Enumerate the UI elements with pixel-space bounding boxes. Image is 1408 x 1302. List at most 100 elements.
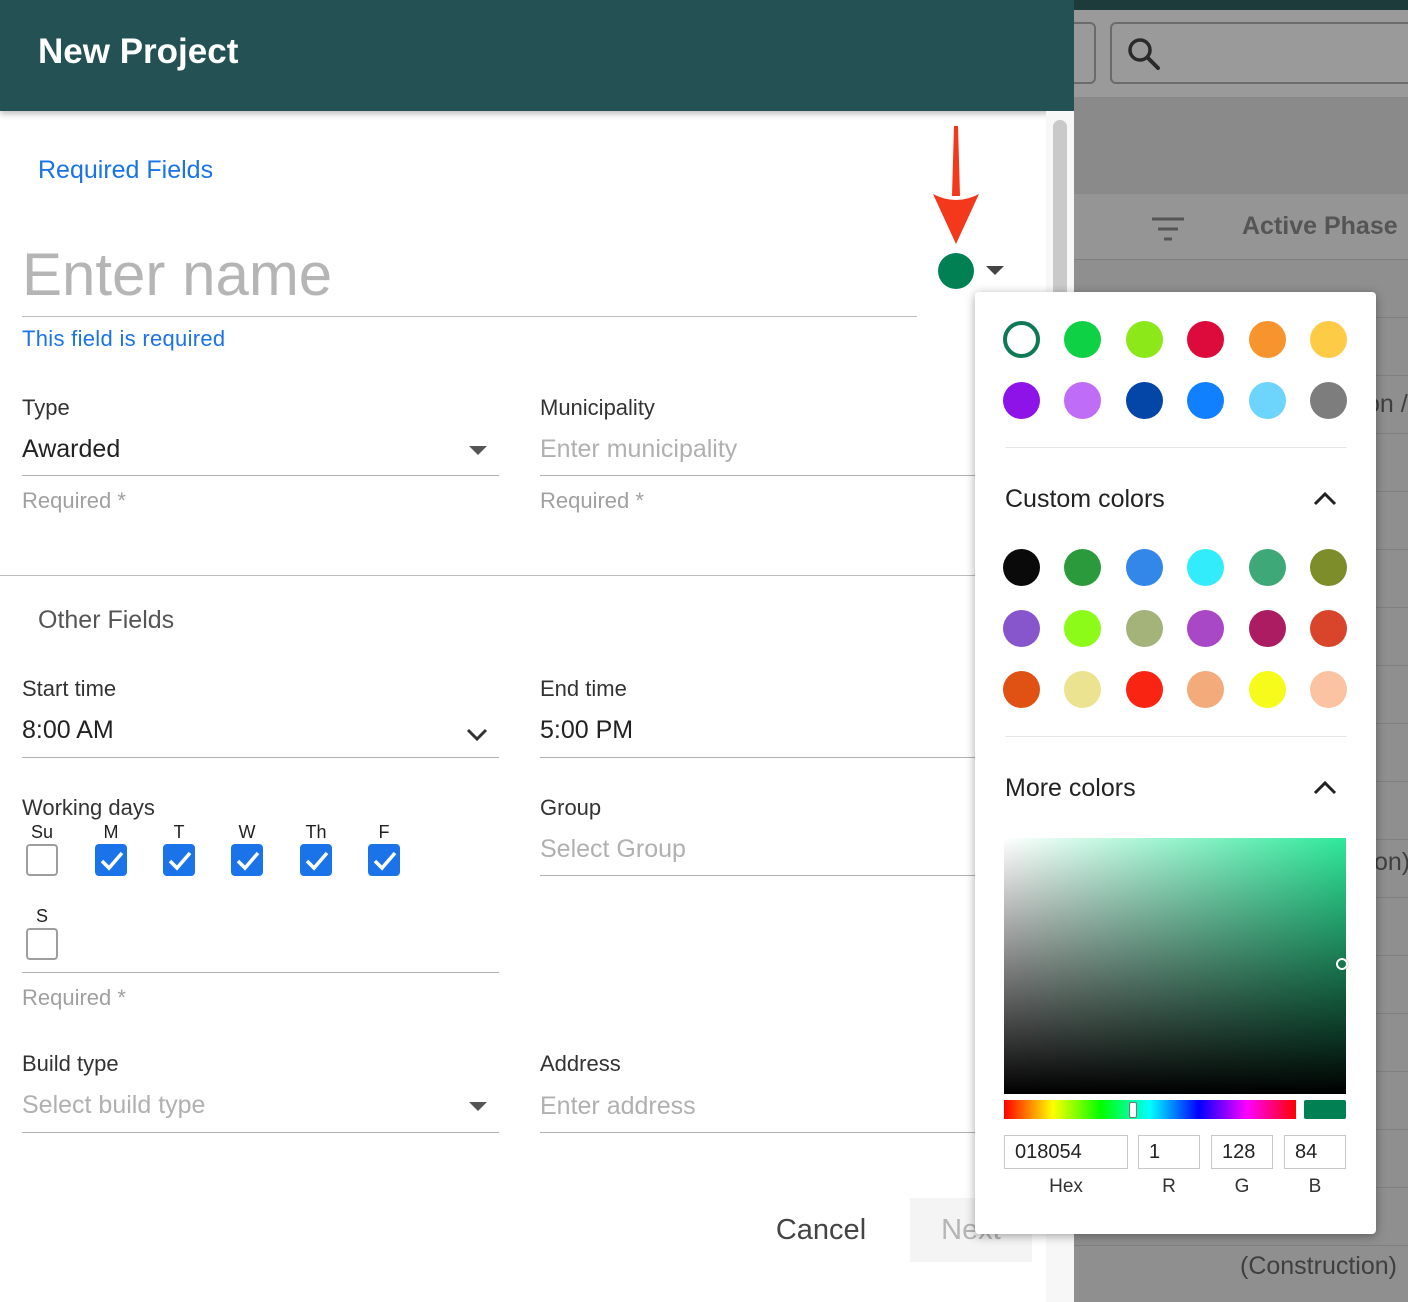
- background-search-box: [1110, 22, 1408, 84]
- municipality-underline: [540, 475, 976, 476]
- checkmark-icon: [168, 851, 192, 871]
- caret-down-icon[interactable]: [469, 446, 487, 455]
- build-type-select[interactable]: Select build type: [22, 1091, 205, 1120]
- color-swatch[interactable]: [1064, 610, 1102, 647]
- color-swatch[interactable]: [1064, 321, 1102, 358]
- working-day-friday[interactable]: F: [367, 822, 401, 876]
- group-select[interactable]: Select Group: [540, 835, 686, 864]
- start-time-underline: [22, 757, 499, 758]
- column-title-active-phase: Active Phase: [1242, 212, 1398, 240]
- color-swatch[interactable]: [1003, 671, 1040, 708]
- project-color-button[interactable]: [938, 253, 974, 289]
- chevron-up-icon[interactable]: [1313, 490, 1337, 506]
- scrollbar-thumb[interactable]: [1053, 120, 1067, 320]
- picker-divider: [1005, 736, 1347, 737]
- type-select[interactable]: Awarded: [22, 435, 120, 464]
- address-label: Address: [540, 1051, 621, 1076]
- hue-slider[interactable]: [1004, 1100, 1296, 1119]
- red-label: R: [1162, 1176, 1176, 1197]
- color-swatch[interactable]: [1187, 321, 1225, 358]
- color-swatch[interactable]: [1310, 549, 1347, 586]
- new-project-dialog: New Project Required Fields This field i…: [0, 0, 1074, 1302]
- color-swatch[interactable]: [1003, 549, 1040, 586]
- color-swatch[interactable]: [1310, 382, 1347, 419]
- color-swatch[interactable]: [1248, 382, 1286, 419]
- filter-icon: [1152, 217, 1184, 241]
- checkbox-checked[interactable]: [95, 844, 127, 876]
- checkbox-checked[interactable]: [300, 844, 332, 876]
- caret-down-icon[interactable]: [986, 266, 1004, 275]
- working-day-wednesday[interactable]: W: [230, 822, 264, 876]
- color-swatch[interactable]: [1310, 671, 1347, 708]
- working-day-saturday[interactable]: S: [25, 906, 59, 960]
- chevron-up-icon[interactable]: [1313, 779, 1337, 795]
- chevron-down-icon[interactable]: [466, 728, 488, 742]
- green-input[interactable]: [1211, 1135, 1273, 1169]
- working-day-tuesday[interactable]: T: [162, 822, 196, 876]
- row-text-fragment: on): [1374, 848, 1408, 876]
- day-label: F: [378, 822, 390, 842]
- red-arrow-annotation: [933, 126, 979, 244]
- working-day-sunday[interactable]: Su: [25, 822, 59, 876]
- color-swatch[interactable]: [1187, 549, 1225, 586]
- color-swatch[interactable]: [1125, 610, 1163, 647]
- color-swatch[interactable]: [1248, 321, 1286, 358]
- working-days-underline: [22, 972, 499, 973]
- caret-down-icon[interactable]: [469, 1102, 487, 1111]
- saturation-value-handle[interactable]: [1336, 958, 1348, 970]
- checkbox-checked[interactable]: [368, 844, 400, 876]
- picker-divider: [1005, 447, 1347, 448]
- checkbox-unchecked[interactable]: [26, 928, 58, 960]
- color-swatch[interactable]: [1187, 382, 1225, 419]
- working-day-thursday[interactable]: Th: [299, 822, 333, 876]
- checkbox-checked[interactable]: [163, 844, 195, 876]
- municipality-input[interactable]: Enter municipality: [540, 435, 737, 464]
- color-swatch[interactable]: [1310, 321, 1347, 358]
- color-swatch[interactable]: [1187, 610, 1225, 647]
- color-swatch[interactable]: [1125, 549, 1163, 586]
- row-text-fragment: (Construction): [1240, 1252, 1397, 1280]
- other-fields-title: Other Fields: [38, 606, 175, 634]
- color-swatch[interactable]: [1187, 671, 1225, 708]
- day-label: M: [103, 822, 119, 842]
- color-swatch[interactable]: [1003, 321, 1040, 358]
- color-swatch[interactable]: [1248, 671, 1286, 708]
- color-swatch[interactable]: [1248, 610, 1286, 647]
- start-time-select[interactable]: 8:00 AM: [22, 716, 114, 745]
- blue-input[interactable]: [1284, 1135, 1346, 1169]
- color-swatch[interactable]: [1064, 382, 1102, 419]
- working-days-label: Working days: [22, 795, 155, 820]
- checkbox-checked[interactable]: [231, 844, 263, 876]
- cancel-button[interactable]: Cancel: [760, 1204, 882, 1256]
- color-swatch[interactable]: [1003, 610, 1040, 647]
- red-input[interactable]: [1138, 1135, 1200, 1169]
- dialog-header: New Project: [0, 0, 1074, 111]
- background-input: [1074, 22, 1096, 84]
- project-name-input[interactable]: [22, 232, 917, 317]
- address-input[interactable]: Enter address: [540, 1092, 696, 1121]
- end-time-select[interactable]: 5:00 PM: [540, 716, 633, 745]
- color-swatch[interactable]: [1064, 671, 1102, 708]
- group-underline: [540, 875, 976, 876]
- checkbox-unchecked[interactable]: [26, 844, 58, 876]
- working-day-monday[interactable]: M: [94, 822, 128, 876]
- color-swatch[interactable]: [1125, 321, 1163, 358]
- hue-slider-handle[interactable]: [1129, 1102, 1137, 1118]
- checkmark-icon: [373, 851, 397, 871]
- checkmark-icon: [100, 851, 124, 871]
- dialog-title: New Project: [38, 32, 239, 71]
- municipality-helper-text: Required *: [540, 488, 644, 513]
- municipality-label: Municipality: [540, 395, 655, 420]
- color-swatch[interactable]: [1248, 549, 1286, 586]
- color-swatch[interactable]: [1003, 382, 1040, 419]
- color-swatch[interactable]: [1064, 549, 1102, 586]
- color-swatch[interactable]: [1310, 610, 1347, 647]
- end-time-label: End time: [540, 676, 627, 701]
- saturation-value-area[interactable]: [1004, 838, 1346, 1094]
- end-time-underline: [540, 757, 976, 758]
- group-label: Group: [540, 795, 602, 820]
- hex-input[interactable]: [1004, 1135, 1128, 1169]
- background-table-header: Active Phase: [1074, 194, 1408, 260]
- color-swatch[interactable]: [1125, 671, 1163, 708]
- color-swatch[interactable]: [1125, 382, 1163, 419]
